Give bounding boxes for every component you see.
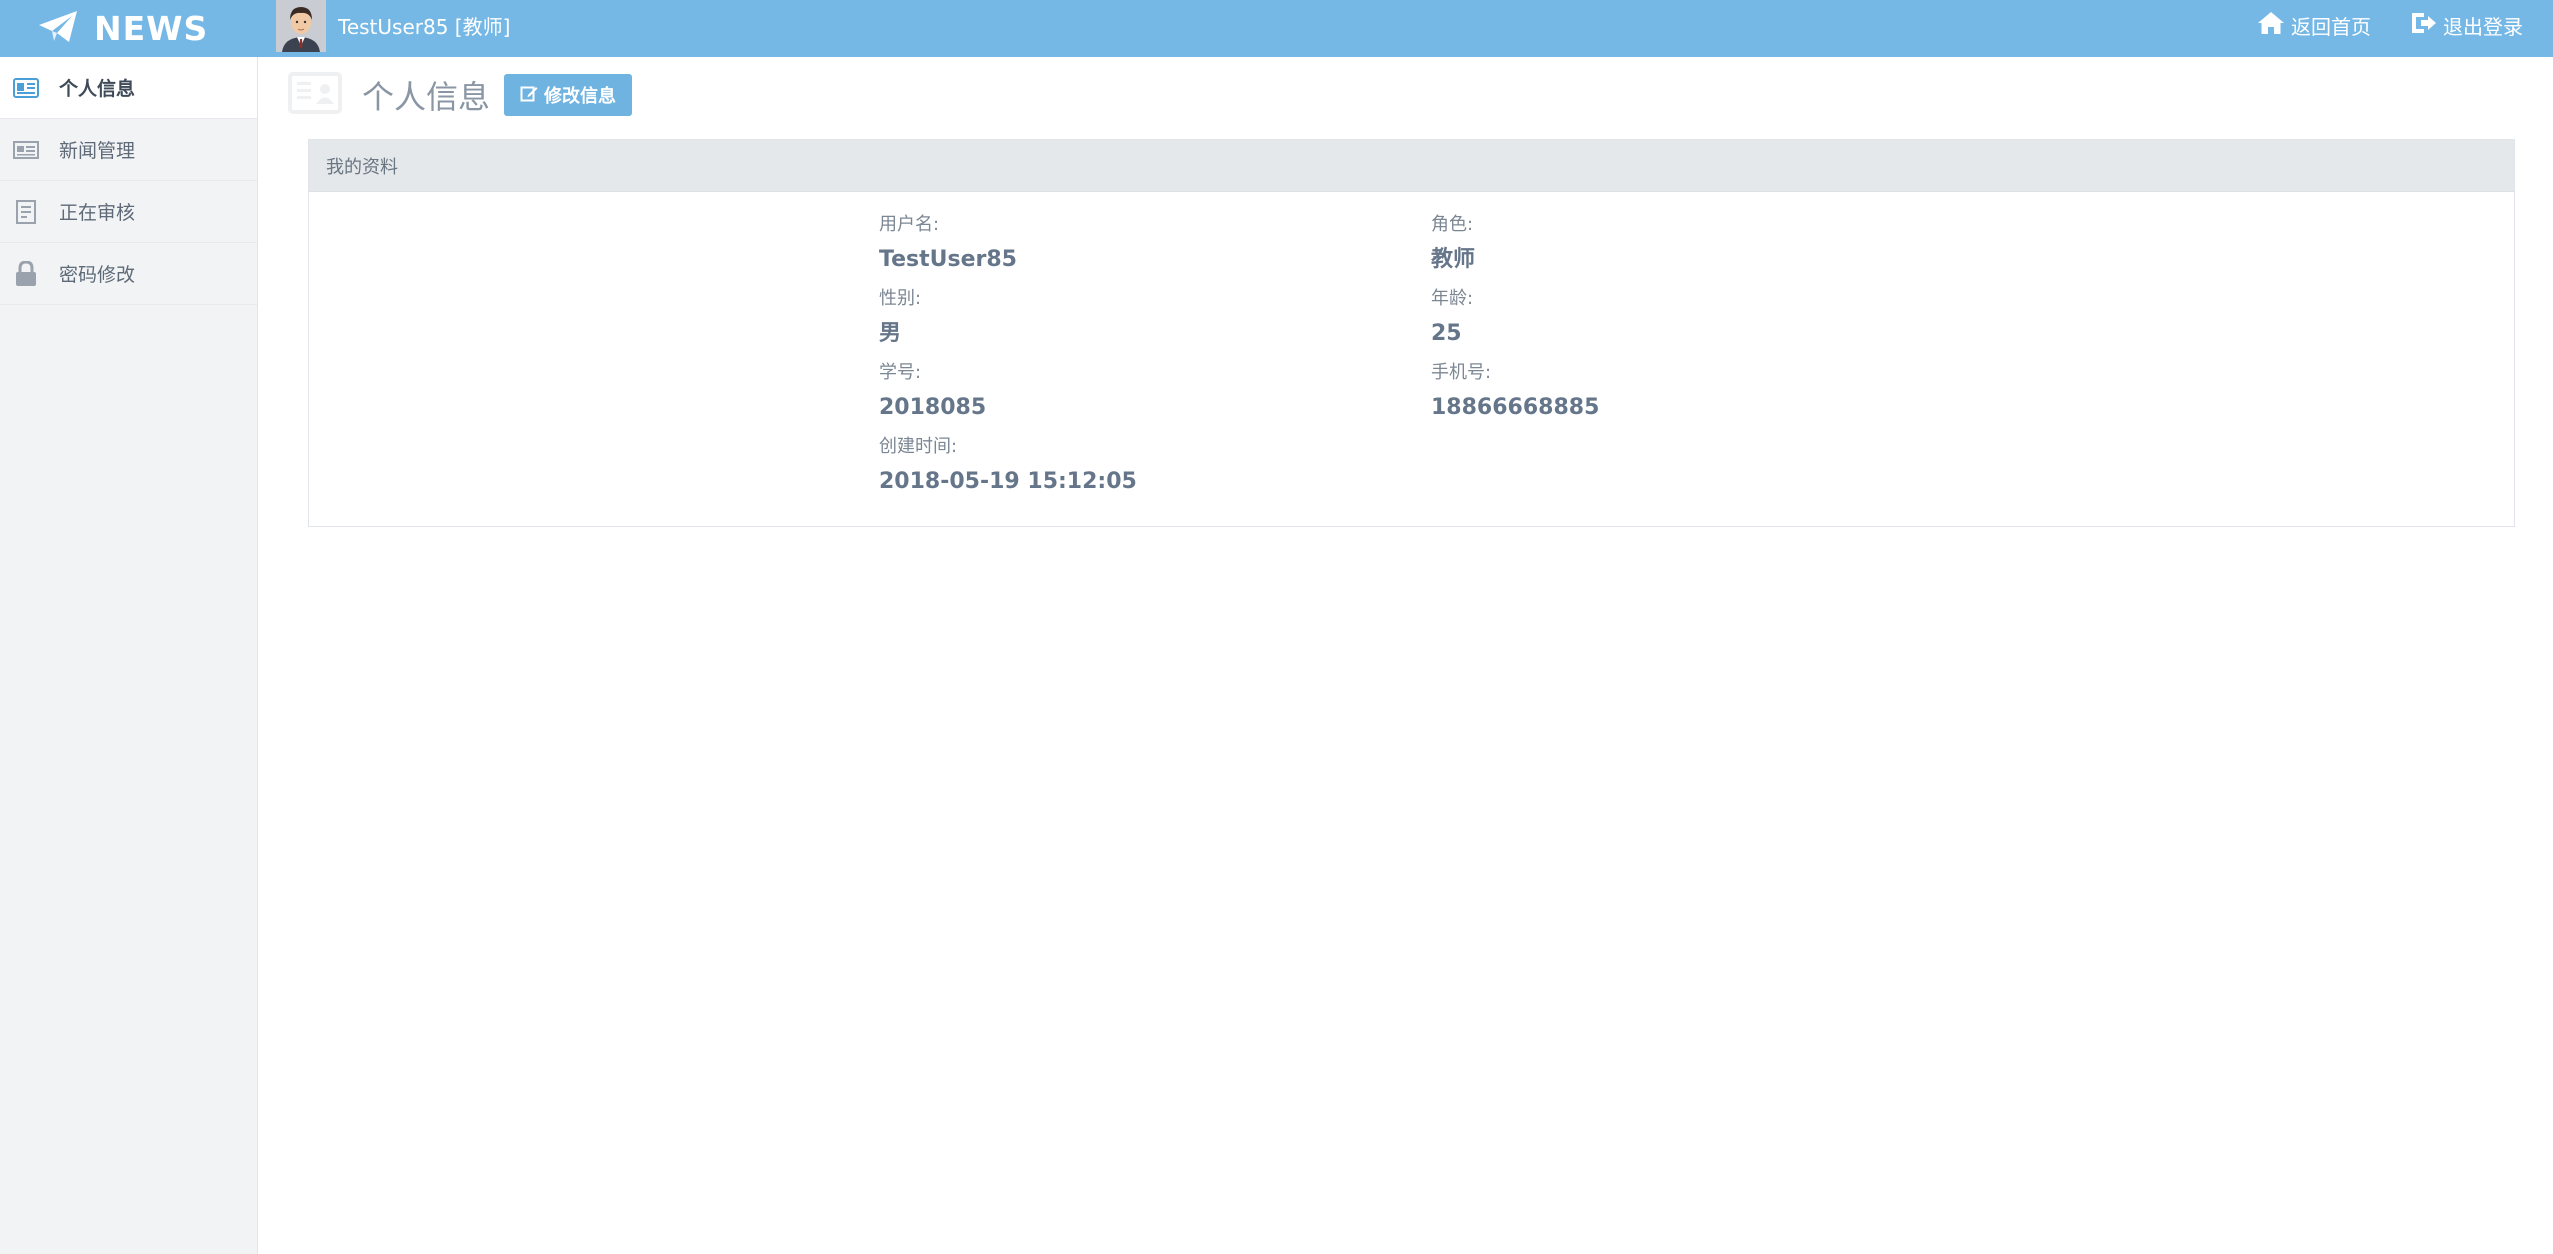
field-value: 25 [1431, 321, 1462, 346]
sidebar-item-label: 新闻管理 [59, 140, 136, 162]
field-value: 教师 [1431, 247, 1476, 272]
field-label: 性别: [879, 288, 922, 309]
sidebar-item-label: 个人信息 [59, 78, 136, 100]
edit-icon [520, 84, 538, 107]
home-link-label: 返回首页 [2291, 14, 2371, 39]
field-label: 创建时间: [879, 436, 958, 457]
edit-profile-button[interactable]: 修改信息 [504, 74, 633, 116]
logout-link-label: 退出登录 [2443, 14, 2523, 39]
field-value: 2018085 [879, 395, 987, 420]
field-label: 用户名: [879, 214, 940, 235]
logout-link[interactable]: 退出登录 [2409, 10, 2523, 41]
role-field: 角色: 教师 [1431, 210, 1931, 284]
field-value: 18866668885 [1431, 395, 1600, 420]
field-label: 手机号: [1431, 362, 1492, 383]
newspaper-icon [13, 137, 39, 163]
gender-field: 性别: 男 [879, 284, 1379, 358]
brand-name: NEWS [94, 9, 209, 48]
profile-column-left: 用户名: TestUser85 性别: 男 学号: 2018085 创建时间: … [879, 210, 1379, 506]
sidebar-item-news[interactable]: 新闻管理 [0, 119, 257, 181]
profile-column-right: 角色: 教师 年龄: 25 手机号: 18866668885 [1431, 210, 1931, 432]
student-id-field: 学号: 2018085 [879, 358, 1379, 432]
lock-icon [13, 260, 39, 287]
current-user-label: TestUser85 [教师] [338, 14, 511, 39]
sidebar-item-review[interactable]: 正在审核 [0, 181, 257, 243]
sidebar: 个人信息 新闻管理 正在审核 密码修改 [0, 57, 258, 1254]
top-navbar: NEWS TestUser85 [教师] 返回首页 退出登录 [0, 0, 2553, 57]
profile-panel: 我的资料 用户名: TestUser85 性别: 男 学号: 2018085 创… [308, 139, 2515, 527]
username-field: 用户名: TestUser85 [879, 210, 1379, 284]
sidebar-item-password[interactable]: 密码修改 [0, 243, 257, 305]
field-label: 年龄: [1431, 288, 1474, 309]
document-icon [13, 199, 39, 225]
created-time-field: 创建时间: 2018-05-19 15:12:05 [879, 432, 1379, 506]
field-value: TestUser85 [879, 247, 1017, 272]
field-label: 角色: [1431, 214, 1474, 235]
sidebar-item-label: 正在审核 [59, 202, 136, 224]
age-field: 年龄: 25 [1431, 284, 1931, 358]
sidebar-item-profile[interactable]: 个人信息 [0, 57, 257, 119]
sign-out-icon [2409, 10, 2437, 41]
avatar[interactable] [276, 0, 326, 52]
sidebar-item-label: 密码修改 [59, 264, 136, 286]
id-card-icon [13, 75, 39, 101]
home-link[interactable]: 返回首页 [2257, 10, 2371, 41]
phone-field: 手机号: 18866668885 [1431, 358, 1931, 432]
field-value: 男 [879, 321, 902, 346]
brand-logo[interactable]: NEWS [38, 0, 208, 57]
id-card-icon [288, 71, 342, 119]
field-label: 学号: [879, 362, 922, 383]
home-icon [2257, 10, 2285, 41]
edit-profile-label: 修改信息 [544, 86, 617, 107]
panel-heading: 我的资料 [309, 140, 2514, 192]
paper-plane-icon [38, 10, 78, 48]
page-title: 个人信息 [362, 78, 491, 116]
page-header: 个人信息 修改信息 [288, 70, 633, 120]
field-value: 2018-05-19 15:12:05 [879, 469, 1137, 494]
